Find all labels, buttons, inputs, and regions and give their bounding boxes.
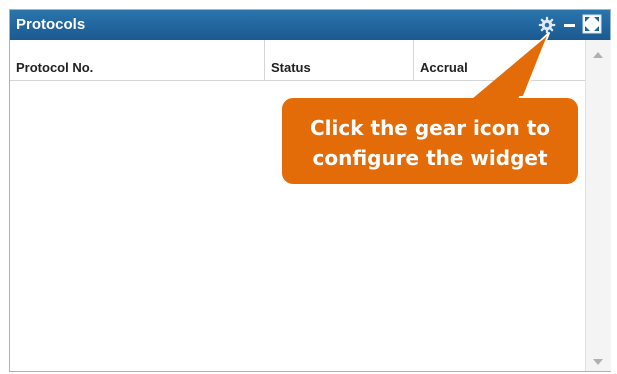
vertical-scrollbar[interactable] bbox=[585, 40, 611, 371]
column-header-protocol-no[interactable]: Protocol No. bbox=[10, 40, 265, 80]
protocol-table: Protocol No. Status Accrual bbox=[10, 40, 585, 371]
widget-title: Protocols bbox=[16, 16, 86, 33]
protocols-widget: Protocols Protocol No. Status Accrual bbox=[9, 9, 611, 372]
maximize-icon[interactable] bbox=[582, 14, 602, 34]
callout-text: Click the gear icon to configure the wid… bbox=[282, 104, 578, 182]
table-header: Protocol No. Status Accrual bbox=[10, 40, 585, 81]
callout-line-1: Click the gear icon to bbox=[310, 116, 550, 140]
minimize-icon[interactable] bbox=[564, 24, 575, 27]
column-header-status[interactable]: Status bbox=[265, 40, 414, 80]
scroll-up-arrow-icon[interactable] bbox=[593, 52, 603, 58]
gear-icon[interactable] bbox=[538, 16, 556, 34]
scroll-down-arrow-icon[interactable] bbox=[593, 359, 603, 365]
column-header-accrual[interactable]: Accrual bbox=[414, 40, 585, 80]
callout-line-2: configure the widget bbox=[312, 146, 548, 170]
widget-titlebar: Protocols bbox=[10, 10, 610, 40]
